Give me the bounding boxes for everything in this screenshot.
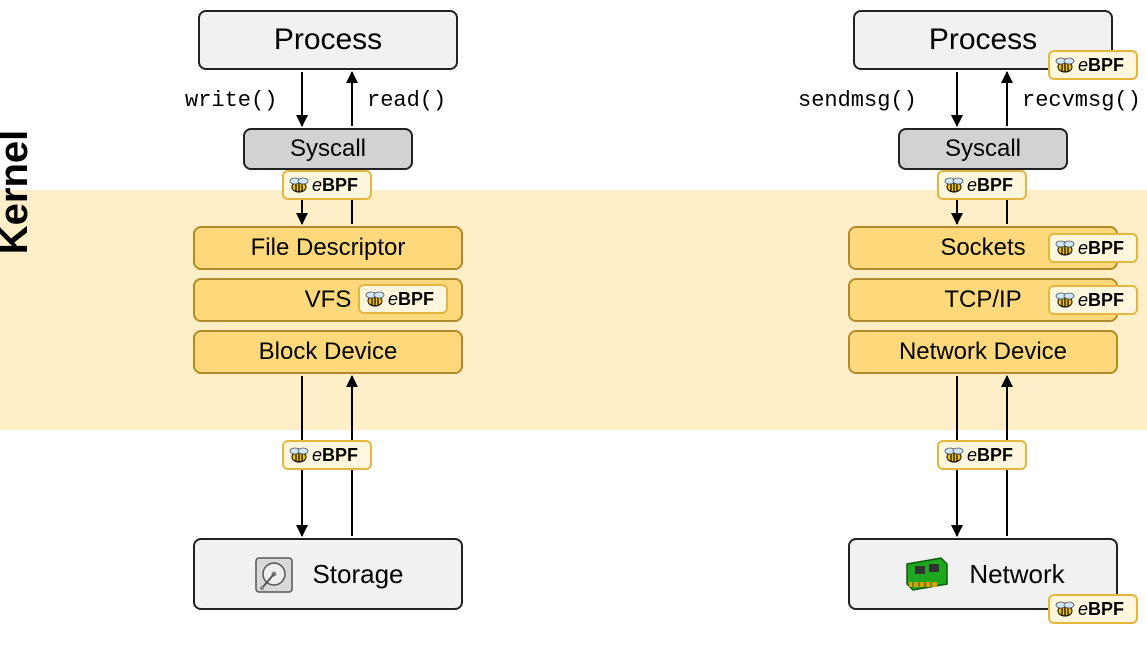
syscall-box: Syscall xyxy=(898,128,1068,170)
ebpf-badge: eBPF xyxy=(937,440,1027,470)
ebpf-badge: eBPF xyxy=(1048,285,1138,315)
ebpf-badge: eBPF xyxy=(1048,594,1138,624)
ebpf-badge: eBPF xyxy=(282,440,372,470)
ebpf-badge: eBPF xyxy=(282,170,372,200)
file-descriptor-box: File Descriptor xyxy=(193,226,463,270)
bee-icon xyxy=(288,444,310,466)
call-write: write() xyxy=(185,88,277,113)
network-label: Network xyxy=(969,559,1064,590)
arrow-up-icon xyxy=(1006,72,1008,126)
syscall-box: Syscall xyxy=(243,128,413,170)
hdd-icon xyxy=(252,552,296,596)
arrow-up-icon xyxy=(351,72,353,126)
arrow-down-icon xyxy=(956,72,958,126)
nic-icon xyxy=(901,554,953,594)
bee-icon xyxy=(364,288,386,310)
process-box: Process xyxy=(198,10,458,70)
bee-icon xyxy=(943,444,965,466)
call-recvmsg: recvmsg() xyxy=(1022,88,1141,113)
ebpf-badge: eBPF xyxy=(1048,233,1138,263)
bee-icon xyxy=(943,174,965,196)
bee-icon xyxy=(1054,289,1076,311)
linux-kernel-label: LinuxKernel xyxy=(0,72,36,312)
bee-icon xyxy=(1054,54,1076,76)
arrow-down-icon xyxy=(301,72,303,126)
ebpf-badge: eBPF xyxy=(358,284,448,314)
bee-icon xyxy=(1054,237,1076,259)
ebpf-badge: eBPF xyxy=(937,170,1027,200)
block-device-box: Block Device xyxy=(193,330,463,374)
network-device-box: Network Device xyxy=(848,330,1118,374)
call-read: read() xyxy=(367,88,446,113)
bee-icon xyxy=(1054,598,1076,620)
ebpf-badge: eBPF xyxy=(1048,50,1138,80)
bee-icon xyxy=(288,174,310,196)
call-sendmsg: sendmsg() xyxy=(798,88,917,113)
storage-label: Storage xyxy=(312,559,403,590)
storage-device-box: Storage xyxy=(193,538,463,610)
